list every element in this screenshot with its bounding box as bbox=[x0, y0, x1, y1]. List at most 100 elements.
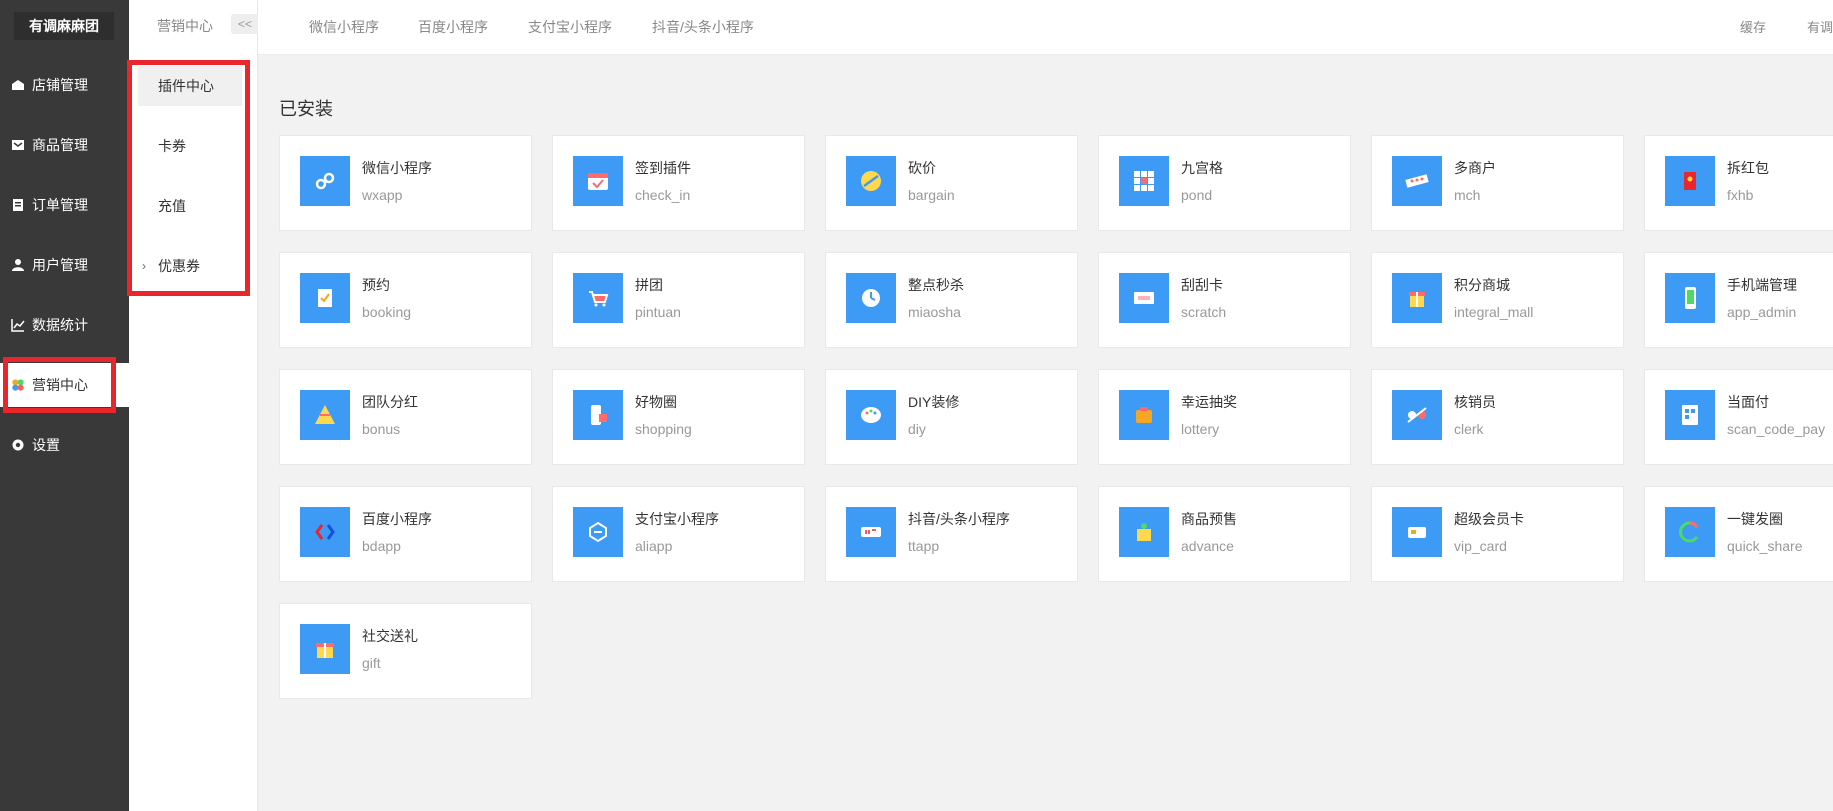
plugin-code: advance bbox=[1181, 538, 1234, 554]
plugin-card-bargain[interactable]: 砍价 bargain bbox=[825, 135, 1078, 231]
plugin-card-clerk[interactable]: 核销员 clerk bbox=[1371, 369, 1624, 465]
plugin-card-vip_card[interactable]: 超级会员卡 vip_card bbox=[1371, 486, 1624, 582]
plugin-card-advance[interactable]: 商品预售 advance bbox=[1098, 486, 1351, 582]
tab-tiktok[interactable]: 抖音/头条小程序 bbox=[652, 17, 754, 37]
plugin-card-shopping[interactable]: 好物圈 shopping bbox=[552, 369, 805, 465]
plugin-card-scratch[interactable]: 刮刮卡 scratch bbox=[1098, 252, 1351, 348]
top-bar bbox=[258, 0, 1833, 55]
plugin-code: ttapp bbox=[908, 538, 940, 554]
tiktok-icon bbox=[846, 507, 896, 557]
plugin-name: 九宫格 bbox=[1181, 160, 1223, 176]
plugin-code: check_in bbox=[635, 187, 691, 203]
main-sidebar: 有调麻麻团 店铺管理 商品管理 订单管理 用户管理 数据统计 营销中心 设置 bbox=[0, 0, 129, 811]
plugin-card-wxapp[interactable]: 微信小程序 wxapp bbox=[279, 135, 532, 231]
palette-icon bbox=[846, 390, 896, 440]
plugin-card-booking[interactable]: 预约 booking bbox=[279, 252, 532, 348]
plugin-name: 幸运抽奖 bbox=[1181, 394, 1237, 410]
submenu-item-recharge[interactable]: 充值 bbox=[138, 186, 242, 226]
plugin-name: 多商户 bbox=[1454, 160, 1496, 176]
vip-card-icon bbox=[1392, 507, 1442, 557]
chevron-right-icon: › bbox=[142, 259, 146, 273]
sidebar-item-label: 数据统计 bbox=[32, 317, 88, 333]
calendar-check-icon bbox=[573, 156, 623, 206]
user-menu[interactable]: 有调 bbox=[1807, 17, 1833, 36]
submenu-item-coupons[interactable]: › 优惠券 bbox=[138, 246, 242, 286]
share-ring-icon bbox=[1665, 507, 1715, 557]
plugin-card-aliapp[interactable]: 支付宝小程序 aliapp bbox=[552, 486, 805, 582]
plugin-code: clerk bbox=[1454, 421, 1484, 437]
plugin-card-ttapp[interactable]: 抖音/头条小程序 ttapp bbox=[825, 486, 1078, 582]
plugin-name: DIY装修 bbox=[908, 394, 960, 410]
plugin-card-diy[interactable]: DIY装修 diy bbox=[825, 369, 1078, 465]
scratch-card-icon bbox=[1119, 273, 1169, 323]
plugin-code: integral_mall bbox=[1454, 304, 1534, 320]
sidebar-item-stats[interactable]: 数据统计 bbox=[0, 303, 129, 347]
plugin-name: 手机端管理 bbox=[1727, 277, 1797, 293]
plugin-code: quick_share bbox=[1727, 538, 1803, 554]
plugin-card-pintuan[interactable]: 拼团 pintuan bbox=[552, 252, 805, 348]
plugin-name: 一键发圈 bbox=[1727, 511, 1783, 527]
plugin-card-quick_share[interactable]: 一键发圈 quick_share bbox=[1644, 486, 1833, 582]
sidebar-item-label: 订单管理 bbox=[32, 197, 88, 213]
verify-icon bbox=[1392, 390, 1442, 440]
gift-box-icon bbox=[1392, 273, 1442, 323]
plugin-card-integral_mall[interactable]: 积分商城 integral_mall bbox=[1371, 252, 1624, 348]
breadcrumb: 营销中心 bbox=[157, 18, 213, 34]
scan-pay-icon bbox=[1665, 390, 1715, 440]
tab-alipay[interactable]: 支付宝小程序 bbox=[528, 17, 612, 37]
sidebar-item-marketing[interactable]: 营销中心 bbox=[0, 363, 129, 407]
plugin-card-mch[interactable]: 多商户 mch bbox=[1371, 135, 1624, 231]
sidebar-item-orders[interactable]: 订单管理 bbox=[0, 183, 129, 227]
plugin-code: aliapp bbox=[635, 538, 673, 554]
plugin-card-check_in[interactable]: 签到插件 check_in bbox=[552, 135, 805, 231]
brand-logo[interactable]: 有调麻麻团 bbox=[14, 12, 114, 40]
submenu-item-cards[interactable]: 卡券 bbox=[138, 126, 242, 166]
plugin-code: bonus bbox=[362, 421, 401, 437]
order-icon bbox=[11, 198, 25, 212]
baidu-icon bbox=[300, 507, 350, 557]
plugin-card-bdapp[interactable]: 百度小程序 bdapp bbox=[279, 486, 532, 582]
plugin-code: booking bbox=[362, 304, 412, 320]
sidebar-item-store[interactable]: 店铺管理 bbox=[0, 63, 129, 107]
submenu-item-plugin-center[interactable]: 插件中心 bbox=[138, 66, 242, 106]
phone-icon bbox=[1665, 273, 1715, 323]
plugin-card-miaosha[interactable]: 整点秒杀 miaosha bbox=[825, 252, 1078, 348]
section-title: 已安装 bbox=[279, 99, 333, 119]
sidebar-item-goods[interactable]: 商品管理 bbox=[0, 123, 129, 167]
pyramid-icon bbox=[300, 390, 350, 440]
phone-bag-icon bbox=[573, 390, 623, 440]
plugin-name: 社交送礼 bbox=[362, 628, 418, 644]
plugin-code: pintuan bbox=[635, 304, 681, 320]
plugin-name: 当面付 bbox=[1727, 394, 1769, 410]
prize-icon bbox=[1119, 390, 1169, 440]
goods-icon bbox=[11, 138, 25, 152]
collapse-button[interactable]: << bbox=[231, 14, 259, 34]
plugin-name: 预约 bbox=[362, 277, 390, 293]
plugin-code: vip_card bbox=[1454, 538, 1507, 554]
plugin-card-fxhb[interactable]: 拆红包 fxhb bbox=[1644, 135, 1833, 231]
plugin-name: 支付宝小程序 bbox=[635, 511, 719, 527]
submenu-item-label: 卡券 bbox=[158, 138, 186, 154]
shop-icon bbox=[1392, 156, 1442, 206]
sidebar-item-users[interactable]: 用户管理 bbox=[0, 243, 129, 287]
plugin-code: mch bbox=[1454, 187, 1481, 203]
secondary-menu bbox=[129, 0, 258, 811]
plugin-name: 刮刮卡 bbox=[1181, 277, 1223, 293]
plugin-card-scan_code_pay[interactable]: 当面付 scan_code_pay bbox=[1644, 369, 1833, 465]
marketing-icon bbox=[11, 378, 25, 392]
plugin-name: 抖音/头条小程序 bbox=[908, 511, 1010, 527]
plugin-card-gift[interactable]: 社交送礼 gift bbox=[279, 603, 532, 699]
tab-baidu[interactable]: 百度小程序 bbox=[418, 17, 488, 37]
plugin-name: 砍价 bbox=[908, 160, 936, 176]
cache-link[interactable]: 缓存 bbox=[1740, 17, 1766, 36]
sidebar-item-label: 店铺管理 bbox=[32, 77, 88, 93]
tab-wechat[interactable]: 微信小程序 bbox=[309, 17, 379, 37]
sidebar-item-settings[interactable]: 设置 bbox=[0, 423, 129, 467]
presale-icon bbox=[1119, 507, 1169, 557]
plugin-card-lottery[interactable]: 幸运抽奖 lottery bbox=[1098, 369, 1351, 465]
plugin-name: 商品预售 bbox=[1181, 511, 1237, 527]
plugin-card-pond[interactable]: 九宫格 pond bbox=[1098, 135, 1351, 231]
plugin-card-bonus[interactable]: 团队分红 bonus bbox=[279, 369, 532, 465]
plugin-card-app_admin[interactable]: 手机端管理 app_admin bbox=[1644, 252, 1833, 348]
plugin-name: 签到插件 bbox=[635, 160, 691, 176]
